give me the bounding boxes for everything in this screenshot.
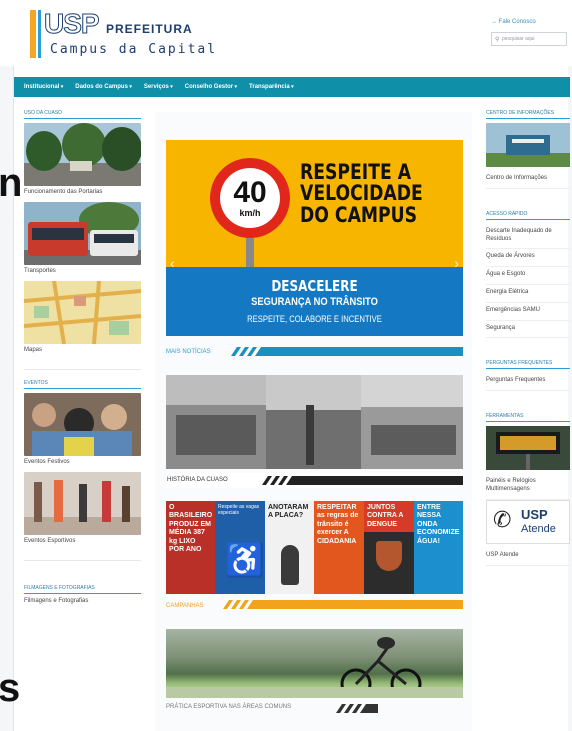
- speed-value: 40: [233, 176, 267, 209]
- fale-conosco-link[interactable]: → Fale Conosco: [491, 19, 536, 25]
- eventos-esportivos-image[interactable]: [24, 472, 141, 535]
- sport-stripe: [336, 704, 378, 713]
- carousel-prev-icon[interactable]: ‹: [170, 255, 175, 271]
- campaign-vagas-text: Respeite as vagas especiais: [218, 504, 260, 516]
- filmagens-link[interactable]: Filmagens e Fotografias: [24, 598, 141, 607]
- section-heading-acesso: ACESSO RÁPIDO: [486, 211, 570, 220]
- campaign-placa[interactable]: ANOTARAM A PLACA?: [265, 501, 314, 594]
- eventos-festivos-caption[interactable]: Eventos Festivos: [24, 459, 141, 468]
- search-placeholder: pesquisar aqui: [502, 36, 535, 42]
- site-logo[interactable]: USP PREFEITURA Campus da Capital: [30, 8, 220, 63]
- carousel-next-icon[interactable]: ›: [454, 255, 459, 271]
- transportes-image[interactable]: [24, 202, 141, 265]
- divider: [24, 360, 141, 370]
- transportes-caption[interactable]: Transportes: [24, 268, 141, 277]
- campaigns-row: O BRASILEIRO PRODUZ EM MÉDIA 387 kg LIXO…: [166, 501, 463, 594]
- logo-campus: Campus da Capital: [50, 42, 218, 57]
- portarias-caption[interactable]: Funcionamento das Portarias: [24, 189, 141, 198]
- search-icon: ⚲: [495, 37, 500, 43]
- edge-char-top: n: [0, 161, 23, 205]
- eventos-festivos-image[interactable]: [24, 393, 141, 456]
- quick-link-descarte[interactable]: Descarte Inadequado de Resíduos: [486, 224, 570, 250]
- mapas-image[interactable]: [24, 281, 141, 344]
- speed-unit: km/h: [239, 208, 261, 218]
- usp-atende-logo[interactable]: ✆ USP Atende: [486, 499, 570, 544]
- centro-info-image[interactable]: [486, 123, 570, 167]
- section-heading-perguntas: PERGUNTAS FREQUENTES: [486, 360, 570, 370]
- quick-link-energia[interactable]: Energia Elétrica: [486, 285, 570, 303]
- campaign-dengue[interactable]: JUNTOS CONTRA A DENGUE: [364, 501, 414, 594]
- nav-institucional[interactable]: Institucional: [24, 84, 63, 90]
- divider: [24, 551, 141, 561]
- phone-icon: ✆: [493, 506, 512, 532]
- section-heading-centro: CENTRO DE INFORMAÇÕES: [486, 110, 570, 119]
- main-content: 40 km/h RESPEITE A VELOCIDADE DO CAMPUS …: [155, 112, 472, 731]
- section-heading-uso: USO DA CUASO: [24, 110, 141, 119]
- speed-sign: 40 km/h: [210, 158, 290, 238]
- logo-prefeitura: PREFEITURA: [106, 22, 193, 36]
- historia-cuaso-caption[interactable]: HISTÓRIA DA CUASO: [167, 477, 228, 483]
- paineis-link[interactable]: Painéis e Relógios Multimensagens: [486, 474, 570, 500]
- flower-pot-icon: [376, 541, 402, 571]
- paineis-image[interactable]: [486, 426, 570, 471]
- pratica-esportiva-caption[interactable]: PRÁTICA ESPORTIVA NAS ÁREAS COMUNS: [166, 704, 291, 710]
- speed-sign-inner: 40 km/h: [220, 168, 280, 228]
- campaign-agua-text: ENTRE NESSA ONDA ECONOMIZE ÁGUA!: [417, 504, 460, 545]
- campaign-vagas[interactable]: Respeite as vagas especiais ♿: [215, 501, 265, 594]
- banner-respeite: RESPEITE, COLABORE E INCENTIVE: [247, 314, 382, 324]
- campanhas-heading: CAMPANHAS: [166, 603, 204, 609]
- section-heading-eventos: EVENTOS: [24, 380, 141, 389]
- edge-char-bottom: s: [0, 666, 21, 710]
- mais-noticias-heading: MAIS NOTÍCIAS: [166, 349, 211, 355]
- section-heading-filmagens: FILMAGENS E FOTOGRAFIAS: [24, 585, 141, 594]
- banner-desacelere: DESACELERE: [271, 277, 358, 295]
- campaign-respeitar[interactable]: RESPEITAR as regras de trânsito é exerce…: [314, 501, 364, 594]
- campaign-lixo[interactable]: O BRASILEIRO PRODUZ EM MÉDIA 387 kg LIXO…: [166, 501, 215, 594]
- search-input[interactable]: ⚲ pesquisar aqui: [491, 32, 567, 46]
- right-sidebar: CENTRO DE INFORMAÇÕES Centro de Informaç…: [486, 110, 570, 566]
- banner-title: RESPEITE A VELOCIDADE DO CAMPUS: [300, 160, 423, 227]
- mais-noticias-stripe: [225, 347, 463, 356]
- campanhas-stripe: [217, 600, 463, 609]
- centro-info-link[interactable]: Centro de Informações: [486, 171, 570, 189]
- left-sidebar: USO DA CUASO Funcionamento das Portarias…: [24, 110, 141, 611]
- quick-link-agua[interactable]: Água e Esgoto: [486, 267, 570, 285]
- campaign-placa-text: ANOTARAM A PLACA?: [268, 504, 309, 520]
- historia-cuaso-image[interactable]: [166, 375, 463, 469]
- cow-figure-icon: [281, 545, 299, 585]
- campaign-dengue-text: JUNTOS CONTRA A DENGUE: [364, 501, 414, 533]
- nav-servicos[interactable]: Serviços: [144, 84, 173, 90]
- nav-dados-campus[interactable]: Dados do Campus: [75, 84, 132, 90]
- nav-conselho-gestor[interactable]: Conselho Gestor: [185, 84, 237, 90]
- pratica-esportiva-image[interactable]: [166, 629, 463, 698]
- quick-link-arvores[interactable]: Queda de Árvores: [486, 249, 570, 268]
- wheelchair-icon: ♿: [225, 542, 265, 578]
- logo-bar-orange: [30, 10, 36, 58]
- logo-usp: USP: [44, 8, 101, 40]
- campaign-respeitar-text: RESPEITAR as regras de trânsito é exerce…: [317, 504, 359, 545]
- portarias-image[interactable]: [24, 123, 141, 186]
- banner-top: 40 km/h RESPEITE A VELOCIDADE DO CAMPUS: [166, 140, 463, 267]
- sign-post: [246, 238, 254, 267]
- logo-bar-blue: [38, 10, 41, 58]
- mapas-caption[interactable]: Mapas: [24, 347, 141, 356]
- quick-link-seguranca[interactable]: Segurança: [486, 321, 570, 339]
- usp-atende-logo-usp: USP: [521, 506, 548, 522]
- faq-link[interactable]: Perguntas Frequentes: [486, 373, 570, 392]
- eventos-esportivos-caption[interactable]: Eventos Esportivos: [24, 538, 141, 547]
- campaign-agua[interactable]: ENTRE NESSA ONDA ECONOMIZE ÁGUA!: [414, 501, 463, 594]
- nav-transparencia[interactable]: Transparência: [249, 84, 294, 90]
- usp-atende-logo-text: Atende: [521, 522, 556, 535]
- quick-link-samu[interactable]: Emergências SAMU: [486, 303, 570, 321]
- section-heading-ferramentas: FERRAMENTAS: [486, 413, 570, 423]
- usp-atende-link[interactable]: USP Atende: [486, 548, 570, 566]
- slide-edge-left: n s: [0, 66, 22, 731]
- historia-cuaso-bar: HISTÓRIA DA CUASO: [166, 473, 463, 488]
- campaign-lixo-text: O BRASILEIRO PRODUZ EM MÉDIA 387 kg LIXO…: [169, 504, 213, 553]
- main-nav: Institucional Dados do Campus Serviços C…: [14, 77, 570, 97]
- speed-banner[interactable]: 40 km/h RESPEITE A VELOCIDADE DO CAMPUS …: [166, 140, 463, 336]
- banner-seguranca: SEGURANÇA NO TRÂNSITO: [251, 296, 378, 308]
